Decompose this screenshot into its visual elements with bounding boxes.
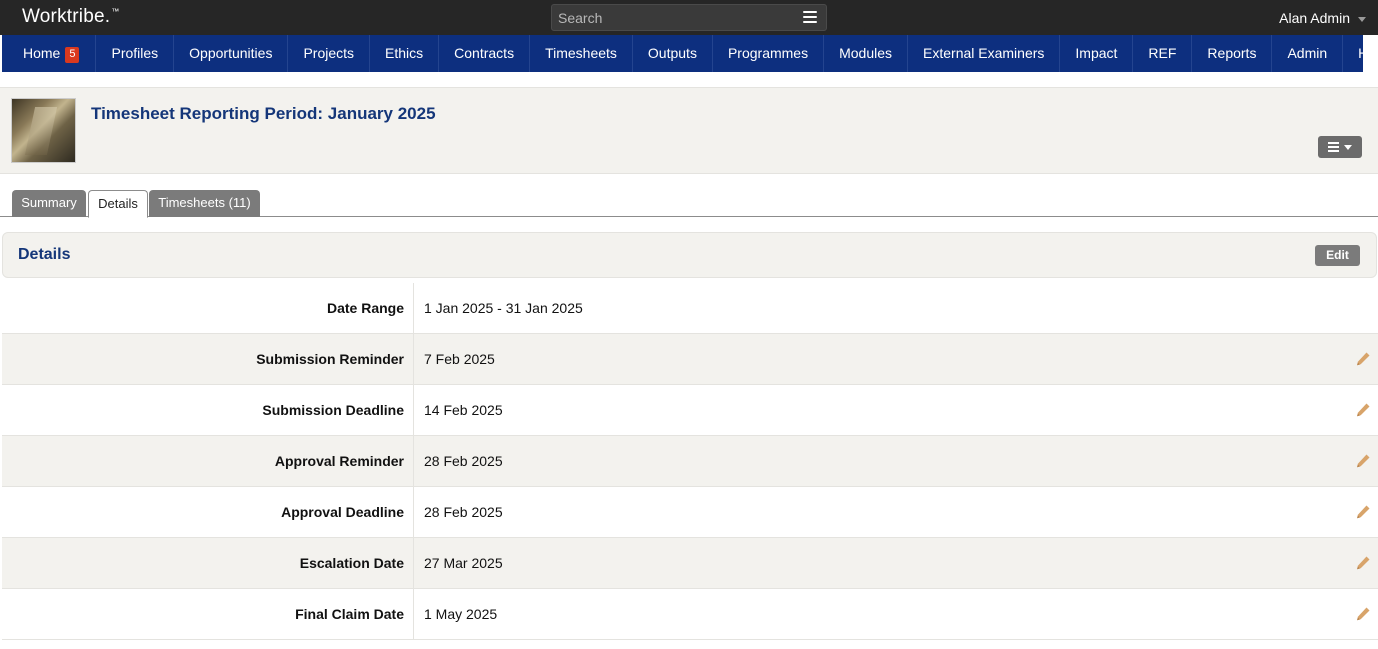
actions-menu-button[interactable] [1318, 136, 1362, 158]
detail-row-approval-reminder: Approval Reminder 28 Feb 2025 [2, 436, 1378, 487]
nav-item-modules[interactable]: Modules [824, 35, 909, 72]
detail-label: Date Range [2, 283, 414, 333]
search-input[interactable] [552, 5, 792, 30]
nav-item-ref[interactable]: REF [1133, 35, 1193, 72]
detail-row-submission-reminder: Submission Reminder 7 Feb 2025 [2, 334, 1378, 385]
tab-timesheets[interactable]: Timesheets (11) [149, 190, 260, 217]
detail-label: Approval Deadline [2, 487, 414, 537]
list-icon [1328, 142, 1339, 154]
detail-value: 28 Feb 2025 [424, 453, 503, 469]
detail-value: 7 Feb 2025 [424, 351, 495, 367]
notification-badge: 5 [65, 47, 80, 63]
hamburger-menu-icon[interactable] [803, 11, 817, 24]
edit-button[interactable]: Edit [1315, 245, 1360, 266]
user-name: Alan Admin [1279, 10, 1350, 26]
detail-row-escalation-date: Escalation Date 27 Mar 2025 [2, 538, 1378, 589]
details-table: Date Range 1 Jan 2025 - 31 Jan 2025 Subm… [2, 283, 1378, 640]
nav-item-ethics[interactable]: Ethics [370, 35, 440, 72]
nav-item-profiles[interactable]: Profiles [96, 35, 175, 72]
detail-row-submission-deadline: Submission Deadline 14 Feb 2025 [2, 385, 1378, 436]
detail-label: Escalation Date [2, 538, 414, 588]
pencil-edit-icon[interactable] [1355, 453, 1371, 469]
detail-value: 1 Jan 2025 - 31 Jan 2025 [424, 300, 583, 316]
detail-value: 14 Feb 2025 [424, 402, 503, 418]
details-title: Details [18, 246, 71, 263]
nav-item-timesheets[interactable]: Timesheets [530, 35, 633, 72]
detail-value: 28 Feb 2025 [424, 504, 503, 520]
detail-label: Final Claim Date [2, 589, 414, 639]
pencil-edit-icon[interactable] [1355, 555, 1371, 571]
page-title: Timesheet Reporting Period: January 2025 [91, 104, 436, 123]
nav-item-home[interactable]: Home 5 [2, 35, 97, 72]
details-panel-header: Details Edit [2, 232, 1377, 278]
caret-down-icon [1344, 145, 1352, 150]
worktribe-logo[interactable]: Worktribe.™ [22, 6, 119, 28]
detail-row-approval-deadline: Approval Deadline 28 Feb 2025 [2, 487, 1378, 538]
nav-item-external-examiners[interactable]: External Examiners [908, 35, 1061, 72]
page-header: Timesheet Reporting Period: January 2025 [0, 87, 1378, 174]
caret-down-icon [1358, 16, 1366, 22]
nav-item-projects[interactable]: Projects [288, 35, 371, 72]
nav-item-outputs[interactable]: Outputs [633, 35, 713, 72]
tab-bar: Summary Details Timesheets (11) [0, 190, 1378, 218]
main-nav: Home 5 Profiles Opportunities Projects Et… [0, 35, 1378, 72]
detail-row-date-range: Date Range 1 Jan 2025 - 31 Jan 2025 [2, 283, 1378, 334]
pencil-edit-icon[interactable] [1355, 504, 1371, 520]
detail-value: 1 May 2025 [424, 606, 498, 622]
detail-row-final-claim-date: Final Claim Date 1 May 2025 [2, 589, 1378, 640]
tab-summary[interactable]: Summary [12, 190, 86, 217]
nav-item-reports[interactable]: Reports [1192, 35, 1273, 72]
nav-item-help[interactable]: Help [1343, 35, 1378, 72]
nav-item-programmes[interactable]: Programmes [713, 35, 825, 72]
pencil-edit-icon[interactable] [1355, 606, 1371, 622]
nav-item-opportunities[interactable]: Opportunities [174, 35, 289, 72]
tab-details[interactable]: Details [88, 190, 148, 218]
detail-label: Approval Reminder [2, 436, 414, 486]
nav-item-contracts[interactable]: Contracts [439, 35, 531, 72]
detail-label: Submission Reminder [2, 334, 414, 384]
pencil-edit-icon[interactable] [1355, 351, 1371, 367]
top-bar: Worktribe.™ Alan Admin [0, 0, 1378, 35]
detail-label: Submission Deadline [2, 385, 414, 435]
nav-item-admin[interactable]: Admin [1272, 35, 1344, 72]
pencil-edit-icon[interactable] [1355, 402, 1371, 418]
detail-value: 27 Mar 2025 [424, 555, 503, 571]
nav-item-impact[interactable]: Impact [1060, 35, 1134, 72]
user-menu[interactable]: Alan Admin [1279, 10, 1366, 26]
search-box[interactable] [551, 4, 827, 31]
record-thumbnail [11, 98, 76, 163]
